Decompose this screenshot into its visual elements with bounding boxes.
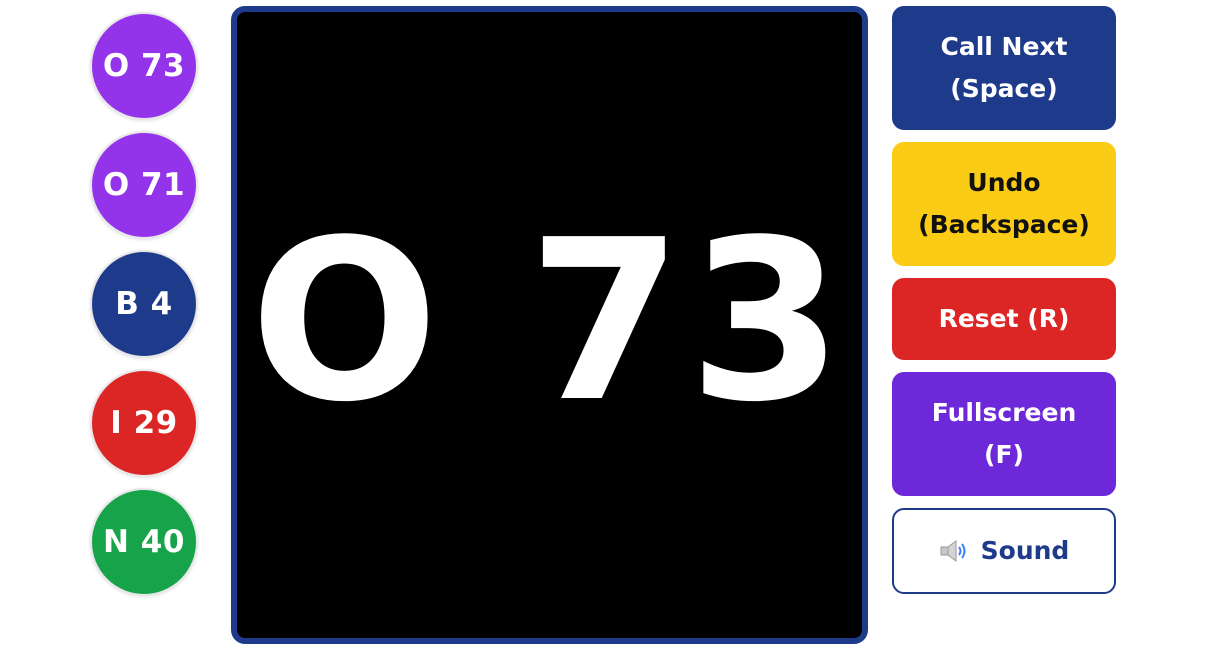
sound-toggle-button[interactable]: Sound (892, 508, 1116, 594)
reset-button[interactable]: Reset (R) (892, 278, 1116, 360)
history-ball: I 29 (90, 369, 198, 477)
current-number: O 73 (250, 193, 849, 451)
bingo-caller-app: O 73 O 71 B 4 I 29 N 40 O 73 Call Next (… (0, 0, 1217, 666)
call-next-label: Call Next (Space) (940, 32, 1068, 103)
fullscreen-label: Fullscreen (F) (931, 398, 1077, 469)
current-number-display: O 73 (231, 6, 868, 644)
call-next-button[interactable]: Call Next (Space) (892, 6, 1116, 130)
history-ball: N 40 (90, 488, 198, 596)
fullscreen-button[interactable]: Fullscreen (F) (892, 372, 1116, 496)
undo-button[interactable]: Undo (Backspace) (892, 142, 1116, 266)
undo-label: Undo (Backspace) (918, 168, 1090, 239)
speaker-icon (940, 540, 966, 562)
reset-label: Reset (R) (938, 304, 1070, 333)
sound-label: Sound (980, 536, 1070, 565)
history-ball: O 71 (90, 131, 198, 239)
called-history: O 73 O 71 B 4 I 29 N 40 (90, 12, 202, 607)
history-ball: O 73 (90, 12, 198, 120)
controls-panel: Call Next (Space) Undo (Backspace) Reset… (892, 6, 1116, 606)
history-ball: B 4 (90, 250, 198, 358)
